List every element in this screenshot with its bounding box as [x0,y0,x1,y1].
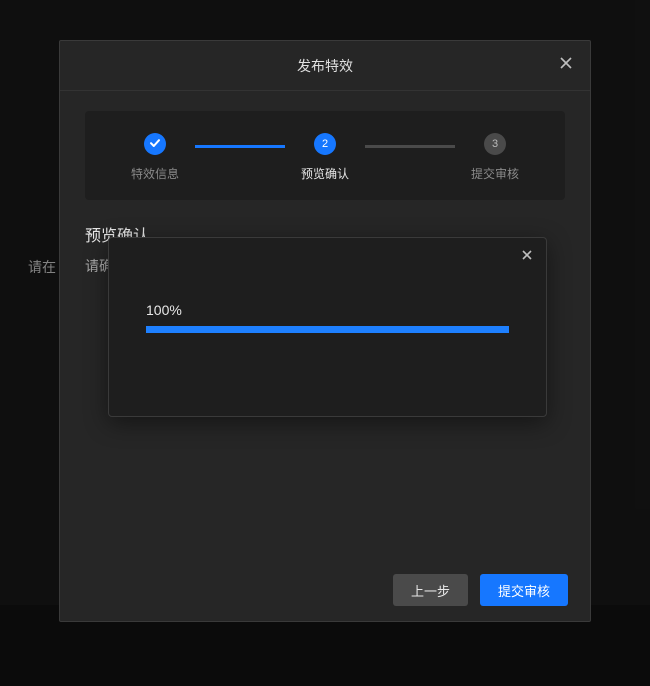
step-3-number: 3 [492,138,498,150]
prev-step-button[interactable]: 上一步 [393,574,468,606]
step-effect-info: 特效信息 [115,133,195,182]
step-3-label: 提交审核 [471,165,519,182]
progress-body: 100% [121,250,534,333]
checkmark-icon [149,137,161,152]
modal-header: 发布特效 [60,41,590,91]
step-3-circle: 3 [484,133,506,155]
close-icon [559,56,573,75]
close-icon [521,248,533,266]
progress-close-button[interactable] [516,246,538,268]
step-1-label: 特效信息 [131,165,179,182]
modal-title: 发布特效 [297,56,353,76]
close-button[interactable] [552,52,580,80]
progress-fill [146,326,509,333]
step-2-number: 2 [322,138,328,150]
step-preview-confirm: 2 预览确认 [285,133,365,182]
stepper-container: 特效信息 2 预览确认 3 提交审核 [85,111,565,200]
stepper-connector-1 [195,145,285,148]
stepper-connector-2 [365,145,455,148]
progress-percent-label: 100% [146,302,509,318]
submit-review-button[interactable]: 提交审核 [480,574,568,606]
progress-modal: 100% [108,237,547,417]
modal-footer: 上一步 提交审核 [60,559,590,621]
stepper: 特效信息 2 预览确认 3 提交审核 [115,133,535,182]
step-1-circle [144,133,166,155]
step-2-label: 预览确认 [301,165,349,182]
step-2-circle: 2 [314,133,336,155]
step-submit-review: 3 提交审核 [455,133,535,182]
progress-bar [146,326,509,333]
